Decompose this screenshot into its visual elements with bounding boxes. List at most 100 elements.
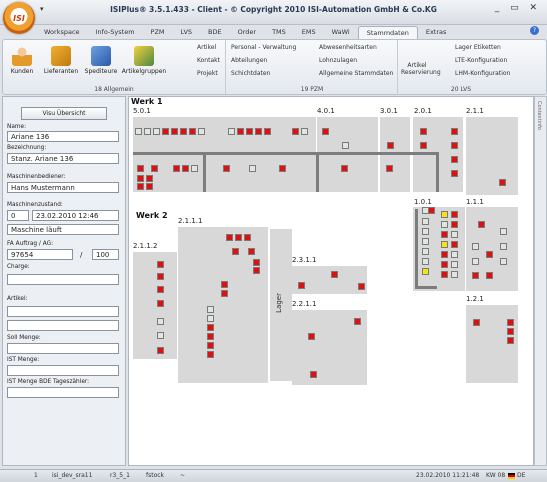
machine-1-1-1-f[interactable] (472, 258, 479, 265)
kunden-button[interactable]: Kunden (7, 46, 37, 75)
maschinenzustand-field[interactable]: Maschine läuft (7, 224, 119, 235)
machine-5-0-1-j[interactable] (237, 128, 244, 135)
machine-2-1-1-1-d[interactable] (232, 248, 239, 255)
name-field[interactable]: Ariane 136 (7, 131, 119, 142)
lohnzulagen-button[interactable]: Lohnzulagen (319, 57, 357, 64)
machine-2-1-1-1-a[interactable] (226, 234, 233, 241)
app-logo[interactable]: ISI (3, 2, 35, 34)
allgemeine-stammdaten-button[interactable]: Allgemeine Stammdaten (319, 70, 393, 77)
machine-2-0-1-e[interactable] (451, 156, 458, 163)
machine-5-0-1-z[interactable] (137, 183, 144, 190)
zone-2-3-1-1[interactable] (292, 266, 367, 294)
machine-1-0-1-j[interactable] (451, 231, 458, 238)
context-info-sidebar[interactable]: Contextinfo (534, 96, 547, 466)
machine-5-0-1-f[interactable] (180, 128, 187, 135)
machine-2-1-1-1-m[interactable] (207, 333, 214, 340)
kontakt-button[interactable]: Kontakt (197, 57, 220, 64)
machine-1-1-1-d[interactable] (500, 243, 507, 250)
machine-2-1-1-2-a[interactable] (157, 261, 164, 268)
lieferanten-button[interactable]: Lieferanten (41, 46, 81, 75)
zone-1-0-1-b[interactable] (439, 207, 465, 291)
machine-5-0-1-q[interactable] (151, 165, 158, 172)
state-date-field[interactable]: 23.02.2010 12:46 (32, 210, 119, 221)
lte-konfiguration-button[interactable]: LTE-Konfiguration (455, 57, 507, 64)
machine-5-0-1-v[interactable] (249, 165, 256, 172)
machine-5-0-1-b[interactable] (144, 128, 151, 135)
machine-1-1-1-i[interactable] (486, 272, 493, 279)
machine-1-2-1-c[interactable] (507, 328, 514, 335)
machine-5-0-1-d[interactable] (162, 128, 169, 135)
lager-etiketten-button[interactable]: Lager Etiketten (455, 44, 501, 51)
personal-verwaltung-button[interactable]: Personal - Verwaltung (231, 44, 296, 51)
machine-1-0-1-u[interactable] (441, 271, 448, 278)
fa-ag-field[interactable]: 100 (92, 249, 119, 260)
machine-5-0-1-k[interactable] (246, 128, 253, 135)
machine-2-1-1-1-o[interactable] (207, 351, 214, 358)
machine-5-0-1-c[interactable] (153, 128, 160, 135)
abwesenheitsarten-button[interactable]: Abwesenheitsarten (319, 44, 377, 51)
machine-2-1-1-2-f[interactable] (157, 332, 164, 339)
tab-stammdaten[interactable]: Stammdaten (357, 26, 418, 40)
machine-2-1-1-1-k[interactable] (207, 315, 214, 322)
language-selector[interactable]: DE (517, 472, 525, 479)
machine-1-0-1-o[interactable] (441, 251, 448, 258)
soll-menge-field[interactable] (7, 343, 119, 354)
machine-1-0-1-k[interactable] (422, 238, 429, 245)
tab-extras[interactable]: Extras (418, 26, 455, 39)
machine-1-0-1-l[interactable] (441, 241, 448, 248)
machine-2-1-1-1-h[interactable] (221, 281, 228, 288)
charge-field[interactable] (7, 274, 119, 285)
machine-5-0-1-p[interactable] (137, 165, 144, 172)
machine-1-0-1-b[interactable] (428, 207, 435, 214)
ist-menge-bde-field[interactable] (7, 387, 119, 398)
machine-1-0-1-v[interactable] (451, 271, 458, 278)
machine-2-3-1-1-b[interactable] (331, 271, 338, 278)
artikel-field-2[interactable] (7, 320, 119, 331)
machine-1-0-1-m[interactable] (451, 241, 458, 248)
artikel-button[interactable]: Artikel (197, 44, 216, 51)
machine-2-2-1-1-a[interactable] (308, 333, 315, 340)
machine-5-0-1-h[interactable] (198, 128, 205, 135)
window-controls[interactable]: _ ▭ ✕ (495, 3, 541, 13)
machine-2-1-1-1-e[interactable] (248, 248, 255, 255)
lhm-konfiguration-button[interactable]: LHM-Konfiguration (455, 70, 510, 77)
fa-order-field[interactable]: 97654 (7, 249, 73, 260)
artikel-reservierung-button[interactable]: Artikel Reservierung (401, 62, 441, 76)
tab-bde[interactable]: BDE (200, 26, 230, 39)
machine-2-0-1-d[interactable] (451, 142, 458, 149)
machine-4-0-1-b[interactable] (342, 142, 349, 149)
tab-tms[interactable]: TMS (264, 26, 294, 39)
tab-pzm[interactable]: PZM (143, 26, 173, 39)
machine-5-0-1-e[interactable] (171, 128, 178, 135)
machine-2-0-1-f[interactable] (451, 170, 458, 177)
state-number-field[interactable]: 0 (7, 210, 29, 221)
machine-2-2-1-1-c[interactable] (310, 371, 317, 378)
machine-1-0-1-p[interactable] (451, 251, 458, 258)
machine-5-0-1-r[interactable] (173, 165, 180, 172)
machine-5-0-1-y[interactable] (146, 175, 153, 182)
machine-1-0-1-e[interactable] (422, 218, 429, 225)
tab-workspace[interactable]: Workspace (36, 26, 88, 39)
machine-5-0-1-s[interactable] (182, 165, 189, 172)
machine-2-0-1-b[interactable] (451, 128, 458, 135)
projekt-button[interactable]: Projekt (197, 70, 218, 77)
bezeichnung-field[interactable]: Stanz. Ariane 136 (7, 153, 119, 164)
tab-lvs[interactable]: LVS (173, 26, 200, 39)
machine-5-0-1-x[interactable] (137, 175, 144, 182)
tab-order[interactable]: Order (230, 26, 264, 39)
machine-1-0-1-s[interactable] (451, 261, 458, 268)
machine-5-0-1-w[interactable] (279, 165, 286, 172)
artikelgruppen-button[interactable]: Artikelgruppen (121, 46, 167, 75)
machine-2-0-1-c[interactable] (420, 142, 427, 149)
machine-1-1-1-a[interactable] (478, 221, 485, 228)
spediteure-button[interactable]: Spediteure (83, 46, 119, 75)
machine-1-2-1-d[interactable] (507, 337, 514, 344)
machine-1-0-1-n[interactable] (422, 248, 429, 255)
machine-1-2-1-b[interactable] (507, 319, 514, 326)
machine-5-0-1-a[interactable] (135, 128, 142, 135)
machine-1-1-1-c[interactable] (472, 243, 479, 250)
machine-1-0-1-i[interactable] (441, 231, 448, 238)
zone-1-2-1[interactable] (466, 305, 518, 383)
machine-1-0-1-q[interactable] (422, 258, 429, 265)
machine-3-0-1-b[interactable] (386, 165, 393, 172)
